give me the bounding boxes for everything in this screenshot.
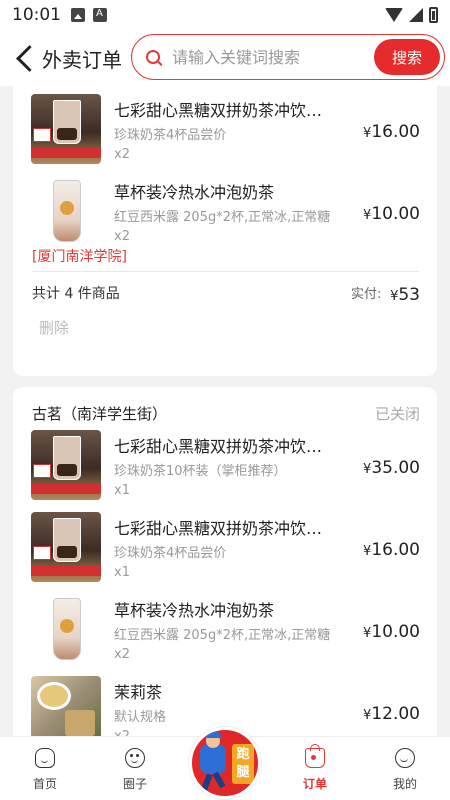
page-title: 外卖订单	[42, 47, 122, 72]
errand-label: 跑腿	[232, 744, 254, 784]
item-quantity: x2	[114, 147, 130, 162]
status-right-icons	[385, 7, 438, 23]
order-item[interactable]: 草杯装冷热水冲泡奶茶 红豆西米露 205g*2杯,正常冰,正常糖 x2 ¥10.…	[13, 176, 437, 256]
item-spec: 默认规格	[114, 710, 167, 725]
search-icon	[146, 50, 160, 64]
product-image	[31, 430, 101, 500]
status-left-icons	[71, 8, 107, 22]
order-item[interactable]: 七彩甜心黑糖双拼奶茶冲饮… 珍珠奶茶4杯品尝价 x1 ¥16.00	[13, 512, 437, 592]
item-quantity: x1	[114, 565, 130, 580]
tab-circle[interactable]: 圈子	[105, 745, 165, 795]
status-bar: 10:01	[0, 0, 450, 30]
total-items-text: 共计 4 件商品	[32, 286, 120, 302]
product-image	[31, 676, 101, 736]
item-quantity: x2	[114, 729, 130, 736]
item-price: ¥12.00	[363, 704, 420, 724]
item-spec: 珍珠奶茶4杯品尝价	[114, 128, 227, 143]
order-card[interactable]: 古茗（南洋学生街） 已关闭 七彩甜心黑糖双拼奶茶冲饮… 珍珠奶茶10杯装（掌柜推…	[13, 387, 437, 736]
item-price: ¥10.00	[363, 204, 420, 224]
gallery-notification-icon	[71, 8, 85, 22]
back-button[interactable]	[6, 36, 42, 80]
item-name: 草杯装冷热水冲泡奶茶	[114, 601, 275, 620]
app-notification-icon	[93, 8, 107, 22]
search-button[interactable]: 搜索	[374, 39, 440, 75]
price-value: 16.00	[371, 122, 420, 142]
wifi-icon	[385, 8, 403, 22]
cellular-signal-icon	[409, 8, 423, 22]
delete-order-button[interactable]: 删除	[39, 317, 69, 338]
price-value: 35.00	[371, 458, 420, 478]
paid-value: 53	[398, 285, 420, 305]
item-name: 七彩甜心黑糖双拼奶茶冲饮…	[114, 437, 323, 456]
tab-label: 圈子	[122, 777, 147, 791]
tab-label: 首页	[32, 777, 57, 791]
item-name: 茉莉茶	[114, 683, 163, 702]
product-image	[31, 594, 101, 664]
item-quantity: x2	[114, 229, 130, 244]
battery-icon	[429, 7, 438, 23]
paid-amount: ¥53	[390, 285, 420, 305]
price-value: 12.00	[371, 704, 420, 724]
bottom-tab-bar: 首页 圈子 跑腿 订单 我的	[0, 727, 450, 800]
smiley-chat-icon	[125, 748, 145, 768]
order-item[interactable]: 草杯装冷热水冲泡奶茶 红豆西米露 205g*2杯,正常冰,正常糖 x2 ¥10.…	[13, 594, 437, 674]
shopping-bag-icon	[305, 744, 325, 768]
product-image	[31, 176, 101, 246]
item-spec: 珍珠奶茶10杯装（掌柜推荐）	[114, 464, 287, 479]
price-value: 16.00	[371, 540, 420, 560]
item-quantity: x2	[114, 647, 130, 662]
errand-center-button[interactable]: 跑腿	[189, 727, 261, 799]
search-input[interactable]	[172, 47, 362, 67]
profile-smiley-icon	[395, 748, 415, 768]
order-card[interactable]: 七彩甜心黑糖双拼奶茶冲饮… 珍珠奶茶4杯品尝价 x2 ¥16.00 草杯装冷热水…	[13, 86, 437, 376]
tab-label: 我的	[392, 777, 417, 791]
runner-mascot-icon	[200, 744, 226, 774]
order-item[interactable]: 七彩甜心黑糖双拼奶茶冲饮… 珍珠奶茶4杯品尝价 x2 ¥16.00	[13, 94, 437, 174]
header: 外卖订单 搜索	[0, 30, 450, 86]
item-name: 七彩甜心黑糖双拼奶茶冲饮…	[114, 519, 323, 538]
item-name: 七彩甜心黑糖双拼奶茶冲饮…	[114, 101, 323, 120]
order-item[interactable]: 七彩甜心黑糖双拼奶茶冲饮… 珍珠奶茶10杯装（掌柜推荐） x1 ¥35.00	[13, 430, 437, 510]
price-value: 10.00	[371, 622, 420, 642]
order-status: 已关闭	[374, 405, 420, 423]
price-value: 10.00	[371, 204, 420, 224]
item-price: ¥16.00	[363, 540, 420, 560]
divider	[32, 271, 419, 272]
tab-mine[interactable]: 我的	[375, 745, 435, 795]
item-quantity: x1	[114, 483, 130, 498]
school-tag: [厦门南洋学院]	[32, 249, 127, 265]
order-list[interactable]: 七彩甜心黑糖双拼奶茶冲饮… 珍珠奶茶4杯品尝价 x2 ¥16.00 草杯装冷热水…	[0, 86, 450, 736]
item-spec: 红豆西米露 205g*2杯,正常冰,正常糖	[114, 210, 331, 225]
store-name: 古茗（南洋学生街）	[32, 405, 168, 423]
home-icon	[35, 748, 55, 768]
item-spec: 红豆西米露 205g*2杯,正常冰,正常糖	[114, 628, 331, 643]
tab-label: 订单	[302, 777, 327, 791]
item-price: ¥35.00	[363, 458, 420, 478]
status-time: 10:01	[12, 5, 61, 25]
search-box[interactable]: 搜索	[131, 34, 445, 80]
item-name: 草杯装冷热水冲泡奶茶	[114, 183, 275, 202]
product-image	[31, 94, 101, 164]
item-spec: 珍珠奶茶4杯品尝价	[114, 546, 227, 561]
product-image	[31, 512, 101, 582]
item-price: ¥10.00	[363, 622, 420, 642]
tab-orders[interactable]: 订单	[285, 744, 345, 795]
paid-label: 实付:	[351, 287, 382, 302]
tab-home[interactable]: 首页	[15, 745, 75, 795]
item-price: ¥16.00	[363, 122, 420, 142]
